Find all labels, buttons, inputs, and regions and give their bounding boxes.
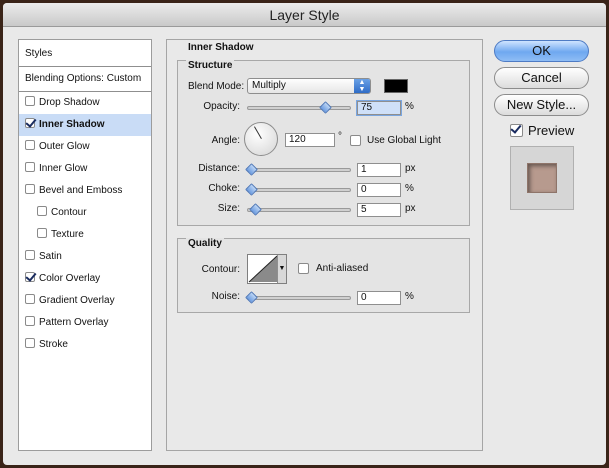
panel-title: Inner Shadow — [188, 42, 254, 53]
noise-input[interactable]: 0 — [357, 291, 401, 305]
style-item[interactable]: Bevel and Emboss — [19, 180, 151, 202]
inner-shadow-panel: Inner Shadow Structure Blend Mode: Multi… — [166, 39, 483, 451]
noise-slider-thumb[interactable] — [245, 291, 258, 304]
style-item-label: Contour — [51, 207, 87, 218]
angle-needle — [254, 126, 262, 139]
choke-label: Choke: — [208, 183, 240, 194]
style-item-label: Bevel and Emboss — [39, 185, 123, 196]
style-item-label: Inner Shadow — [39, 119, 105, 130]
style-item-checkbox[interactable] — [25, 140, 35, 150]
style-item[interactable]: Texture — [19, 224, 151, 246]
style-item[interactable]: Outer Glow — [19, 136, 151, 158]
distance-label: Distance: — [198, 163, 240, 174]
style-item-checkbox[interactable] — [25, 96, 35, 106]
styles-list: Styles Blending Options: Custom Drop Sha… — [18, 39, 152, 451]
preview-swatch — [527, 163, 557, 193]
blend-mode-label: Blend Mode: — [188, 81, 245, 92]
cancel-button[interactable]: Cancel — [494, 67, 589, 89]
style-item[interactable]: Color Overlay — [19, 268, 151, 290]
contour-label: Contour: — [201, 264, 240, 275]
style-item[interactable]: Drop Shadow — [19, 92, 151, 114]
shadow-color-swatch[interactable] — [384, 79, 408, 93]
style-item-checkbox[interactable] — [25, 162, 35, 172]
size-slider-thumb[interactable] — [249, 203, 262, 216]
style-item-checkbox[interactable] — [37, 206, 47, 216]
style-item-label: Outer Glow — [39, 141, 90, 152]
quality-group: Quality Contour: ▼ Anti-aliased Noise: 0… — [177, 238, 470, 313]
style-item[interactable]: Gradient Overlay — [19, 290, 151, 312]
style-item-checkbox[interactable] — [37, 228, 47, 238]
styles-divider — [19, 66, 151, 67]
style-item[interactable]: Inner Shadow — [19, 114, 151, 136]
contour-dropdown-icon[interactable]: ▼ — [277, 255, 286, 283]
preview-checkbox[interactable] — [510, 124, 523, 137]
noise-label: Noise: — [211, 291, 240, 302]
quality-title: Quality — [186, 238, 224, 249]
style-item-checkbox[interactable] — [25, 294, 35, 304]
ok-button[interactable]: OK — [494, 40, 589, 62]
distance-input[interactable]: 1 — [357, 163, 401, 177]
style-item-checkbox[interactable] — [25, 118, 35, 128]
blend-mode-select[interactable]: Multiply ▲ ▼ — [247, 78, 371, 94]
anti-aliased-checkbox[interactable] — [298, 263, 309, 274]
style-item-label: Pattern Overlay — [39, 317, 109, 328]
style-item-label: Gradient Overlay — [39, 295, 115, 306]
style-item-checkbox[interactable] — [25, 250, 35, 260]
style-item-checkbox[interactable] — [25, 338, 35, 348]
contour-picker[interactable]: ▼ — [247, 254, 287, 284]
opacity-input[interactable]: 75 — [357, 101, 401, 115]
style-item[interactable]: Inner Glow — [19, 158, 151, 180]
size-input[interactable]: 5 — [357, 203, 401, 217]
anti-aliased-label: Anti-aliased — [316, 263, 369, 274]
noise-slider-track[interactable] — [247, 296, 351, 300]
style-item-label: Drop Shadow — [39, 97, 100, 108]
style-item[interactable]: Stroke — [19, 334, 151, 356]
choke-unit: % — [405, 183, 414, 194]
distance-slider-thumb[interactable] — [245, 163, 258, 176]
blend-mode-value: Multiply — [252, 80, 286, 91]
style-item-label: Color Overlay — [39, 273, 101, 284]
distance-slider-track[interactable] — [247, 168, 351, 172]
style-item-label: Inner Glow — [39, 163, 88, 174]
size-label: Size: — [217, 203, 240, 214]
style-item-label: Texture — [51, 229, 84, 240]
structure-group: Structure Blend Mode: Multiply ▲ ▼ Opacit… — [177, 60, 470, 226]
contour-preview-icon — [248, 255, 278, 283]
angle-label: Angle: — [211, 135, 240, 146]
angle-unit: ° — [338, 131, 342, 142]
style-item-checkbox[interactable] — [25, 272, 35, 282]
use-global-light-label: Use Global Light — [367, 135, 441, 146]
size-unit: px — [405, 203, 416, 214]
opacity-slider-thumb[interactable] — [318, 101, 332, 114]
style-item-label: Stroke — [39, 339, 68, 350]
style-item-checkbox[interactable] — [25, 184, 35, 194]
opacity-unit: % — [405, 101, 414, 112]
choke-slider-track[interactable] — [247, 188, 351, 192]
angle-input[interactable]: 120 — [285, 133, 335, 147]
style-item[interactable]: Contour — [19, 202, 151, 224]
size-slider-track[interactable] — [247, 208, 351, 212]
blending-options-item[interactable]: Blending Options: Custom — [19, 68, 151, 90]
select-arrows-icon: ▲ ▼ — [354, 79, 370, 93]
choke-slider-thumb[interactable] — [245, 183, 258, 196]
opacity-slider-track[interactable] — [247, 106, 351, 110]
window-title: Layer Style — [3, 3, 606, 27]
style-item-checkbox[interactable] — [25, 316, 35, 326]
noise-unit: % — [405, 291, 414, 302]
style-item-label: Satin — [39, 251, 62, 262]
style-item[interactable]: Pattern Overlay — [19, 312, 151, 334]
angle-dial[interactable] — [244, 122, 278, 156]
structure-title: Structure — [186, 60, 235, 71]
distance-unit: px — [405, 163, 416, 174]
use-global-light-checkbox[interactable] — [350, 135, 361, 146]
styles-header[interactable]: Styles — [19, 43, 151, 65]
preview-label: Preview — [528, 123, 575, 138]
opacity-label: Opacity: — [203, 101, 240, 112]
layer-style-dialog: Layer Style Styles Blending Options: Cus… — [3, 3, 606, 465]
style-item[interactable]: Satin — [19, 246, 151, 268]
new-style-button[interactable]: New Style... — [494, 94, 589, 116]
preview-frame — [510, 146, 574, 210]
choke-input[interactable]: 0 — [357, 183, 401, 197]
